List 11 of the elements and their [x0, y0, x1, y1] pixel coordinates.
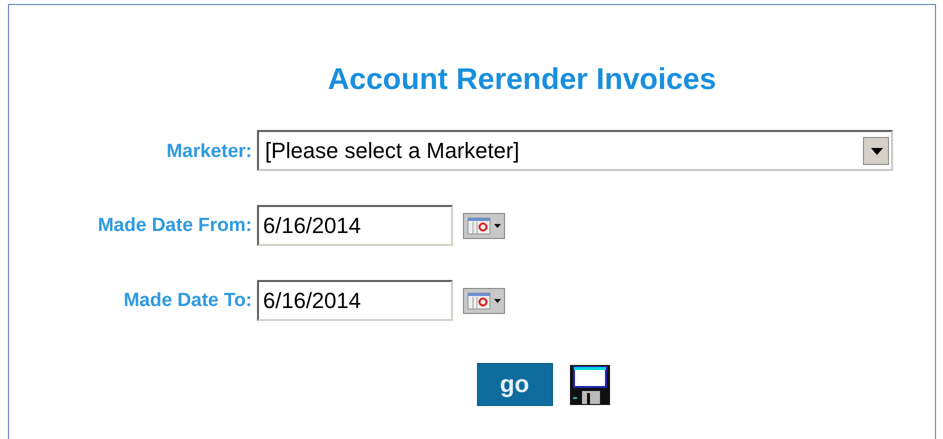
calendar-icon[interactable]: [463, 288, 505, 314]
field-label: Made Date To:: [122, 289, 252, 312]
field-label: Marketer:: [165, 140, 252, 163]
save-icon[interactable]: [568, 364, 610, 406]
marketer-dropdown[interactable]: [Please select a Marketer]: [257, 130, 893, 171]
go-button[interactable]: go: [476, 363, 552, 406]
page-title: Account Rerender Invoices: [326, 63, 718, 97]
field-label: Made Date From:: [96, 214, 252, 237]
date-field[interactable]: 6/16/2014: [257, 205, 453, 246]
date-field[interactable]: 6/16/2014: [257, 280, 453, 321]
calendar-icon[interactable]: [463, 212, 505, 238]
